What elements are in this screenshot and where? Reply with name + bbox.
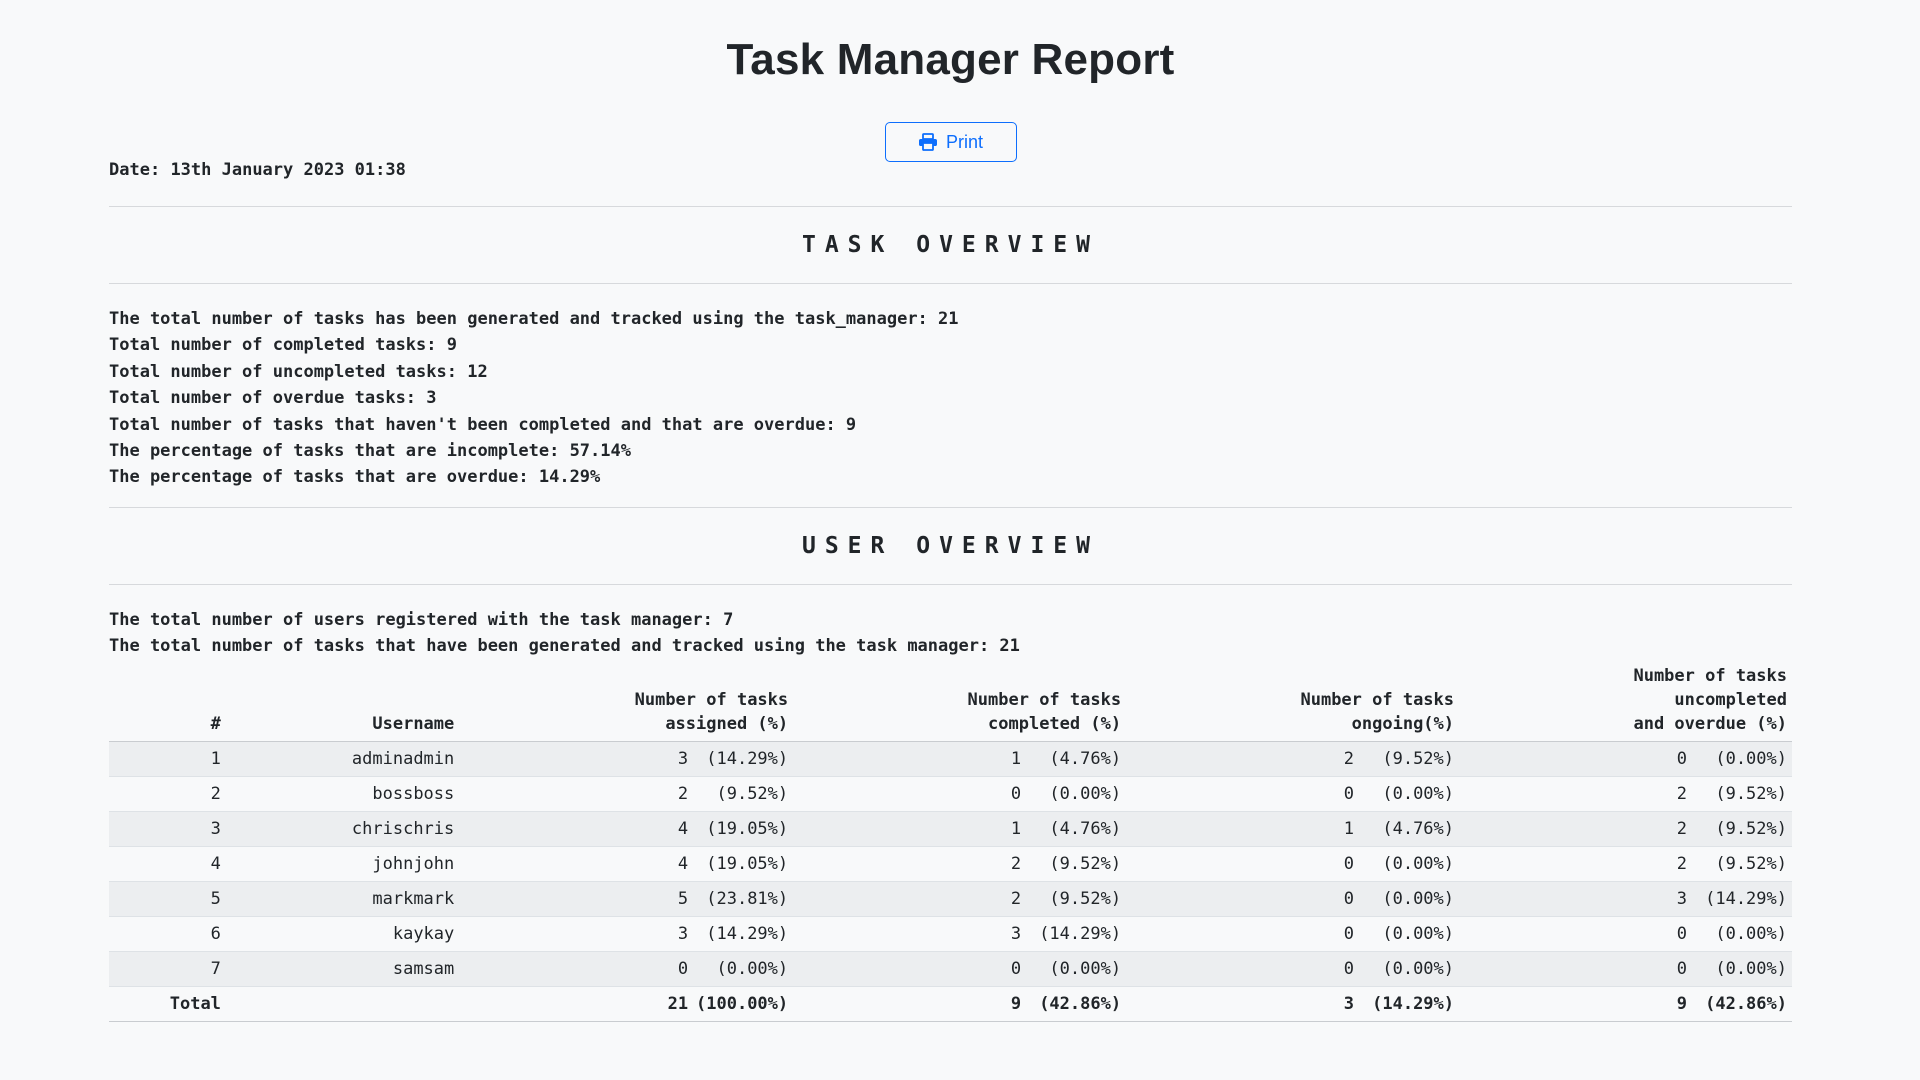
cell-assigned: 4 (19.05%) [459, 846, 794, 882]
table-header-row: # Username Number of tasks assigned (%) … [109, 663, 1792, 742]
cell-username: adminadmin [225, 741, 460, 777]
cell-number: 1 [109, 741, 226, 777]
uncompleted-overdue-line: Total number of tasks that haven't been … [109, 414, 857, 435]
cell-ongoing: 0 (0.00%) [1126, 776, 1460, 812]
cell-assigned: 0 (0.00%) [459, 951, 794, 987]
date-value: 13th January 2023 01:38 [170, 160, 406, 180]
date-label: Date: [109, 160, 161, 180]
cell-number: 2 [109, 776, 226, 812]
cell-total-ongoing: 3 (14.29%) [1126, 986, 1460, 1022]
cell-ongoing: 0 (0.00%) [1126, 846, 1460, 882]
table-row: 7 samsam 0 (0.00%) 0 (0.00%) 0 (0.00%) 0 (0.… [109, 951, 1792, 987]
header-assigned: Number of tasks assigned (%) [459, 663, 794, 742]
cell-completed: 0 (0.00%) [793, 776, 1127, 812]
cell-completed: 0 (0.00%) [793, 951, 1127, 987]
cell-assigned: 4 (19.05%) [459, 811, 794, 847]
cell-username: markmark [225, 881, 460, 917]
cell-ongoing: 0 (0.00%) [1126, 916, 1460, 952]
cell-overdue: 2 (9.52%) [1459, 846, 1792, 882]
total-users-line: The total number of users registered wit… [109, 609, 734, 630]
user-overview-table: # Username Number of tasks assigned (%) … [109, 663, 1792, 1022]
cell-total-username [225, 986, 460, 1022]
cell-ongoing: 0 (0.00%) [1126, 881, 1460, 917]
table-row: 6 kaykay 3 (14.29%) 3 (14.29%) 0 (0.00%) 0(… [109, 916, 1792, 952]
cell-total-overdue: 9 (42.86%) [1459, 986, 1792, 1022]
print-button[interactable]: Print [884, 122, 1017, 162]
cell-username: bossboss [225, 776, 460, 812]
header-completed: Number of tasks completed (%) [793, 663, 1127, 742]
task-overview-stats: The total number of tasks has been gener… [109, 284, 1792, 507]
task-overview-heading: TASK OVERVIEW [801, 232, 1099, 258]
header-username: Username [225, 663, 460, 742]
cell-assigned: 3 (14.29%) [459, 916, 794, 952]
cell-completed: 3 (14.29%) [793, 916, 1127, 952]
cell-number: 4 [109, 846, 226, 882]
cell-completed: 2 (9.52%) [793, 846, 1127, 882]
cell-username: chrischris [225, 811, 460, 847]
print-area: Print [109, 122, 1792, 162]
table-row: 2 bossboss 2 (9.52%) 0 (0.00%) 0 (0.00%) 2(… [109, 776, 1792, 812]
cell-number: 5 [109, 881, 226, 917]
user-overview-stats: The total number of users registered wit… [109, 585, 1792, 660]
cell-username: johnjohn [225, 846, 460, 882]
cell-assigned: 3 (14.29%) [459, 741, 794, 777]
incomplete-percentage-line: The percentage of tasks that are incompl… [109, 440, 631, 461]
cell-completed: 1 (4.76%) [793, 741, 1127, 777]
cell-assigned: 2 (9.52%) [459, 776, 794, 812]
cell-assigned: 5 (23.81%) [459, 881, 794, 917]
cell-overdue: 0 (0.00%) [1459, 916, 1792, 952]
print-button-label: Print [945, 131, 983, 152]
cell-total-assigned: 21 (100.00%) [459, 986, 794, 1022]
cell-total-completed: 9 (42.86%) [793, 986, 1127, 1022]
total-tasks-line: The total number of tasks has been gener… [109, 309, 959, 329]
cell-overdue: 2 (9.52%) [1459, 811, 1792, 847]
header-uncompleted-overdue: Number of tasks uncompleted and overdue … [1459, 663, 1792, 742]
cell-completed: 1 (4.76%) [793, 811, 1127, 847]
table-row: 3 chrischris 4 (19.05%) 1 (4.76%) 1 (4.76%)… [109, 811, 1792, 847]
table-row: 4 johnjohn 4 (19.05%) 2 (9.52%) 0 (0.00%) 2… [109, 846, 1792, 882]
cell-overdue: 2 (9.52%) [1459, 776, 1792, 812]
cell-number: 3 [109, 811, 226, 847]
report-container: Task Manager Report Print Date: 13th Jan… [109, 0, 1792, 1022]
completed-tasks-line: Total number of completed tasks: 9 [109, 335, 457, 356]
header-number: # [109, 663, 226, 742]
table-row: 1 adminadmin 3 (14.29%) 1 (4.76%) 2 (9.52%)… [109, 741, 1792, 777]
total-tracked-tasks-line: The total number of tasks that have been… [109, 636, 1020, 657]
cell-number: 7 [109, 951, 226, 987]
cell-total-label: Total [109, 986, 226, 1022]
cell-username: kaykay [225, 916, 460, 952]
cell-number: 6 [109, 916, 226, 952]
table-row: 5 markmark 5 (23.81%) 2 (9.52%) 0 (0.00%) 3… [109, 881, 1792, 917]
page-title: Task Manager Report [726, 35, 1175, 84]
user-overview-heading: USER OVERVIEW [801, 532, 1099, 559]
cell-overdue: 0 (0.00%) [1459, 951, 1792, 987]
table-total-row: Total 21 (100.00%) 9 (42.86%) 3 (14.29%) 9(… [109, 986, 1792, 1022]
overdue-tasks-line: Total number of overdue tasks: 3 [109, 388, 437, 409]
cell-completed: 2 (9.52%) [793, 881, 1127, 917]
overdue-percentage-line: The percentage of tasks that are overdue… [109, 467, 601, 488]
header-ongoing: Number of tasks ongoing(%) [1126, 663, 1460, 742]
cell-ongoing: 1 (4.76%) [1126, 811, 1460, 847]
printer-icon [918, 133, 938, 151]
cell-ongoing: 0 (0.00%) [1126, 951, 1460, 987]
cell-ongoing: 2 (9.52%) [1126, 741, 1460, 777]
cell-overdue: 3 (14.29%) [1459, 881, 1792, 917]
cell-overdue: 0 (0.00%) [1459, 741, 1792, 777]
cell-username: samsam [225, 951, 460, 987]
uncompleted-tasks-line: Total number of uncompleted tasks: 12 [109, 361, 488, 382]
